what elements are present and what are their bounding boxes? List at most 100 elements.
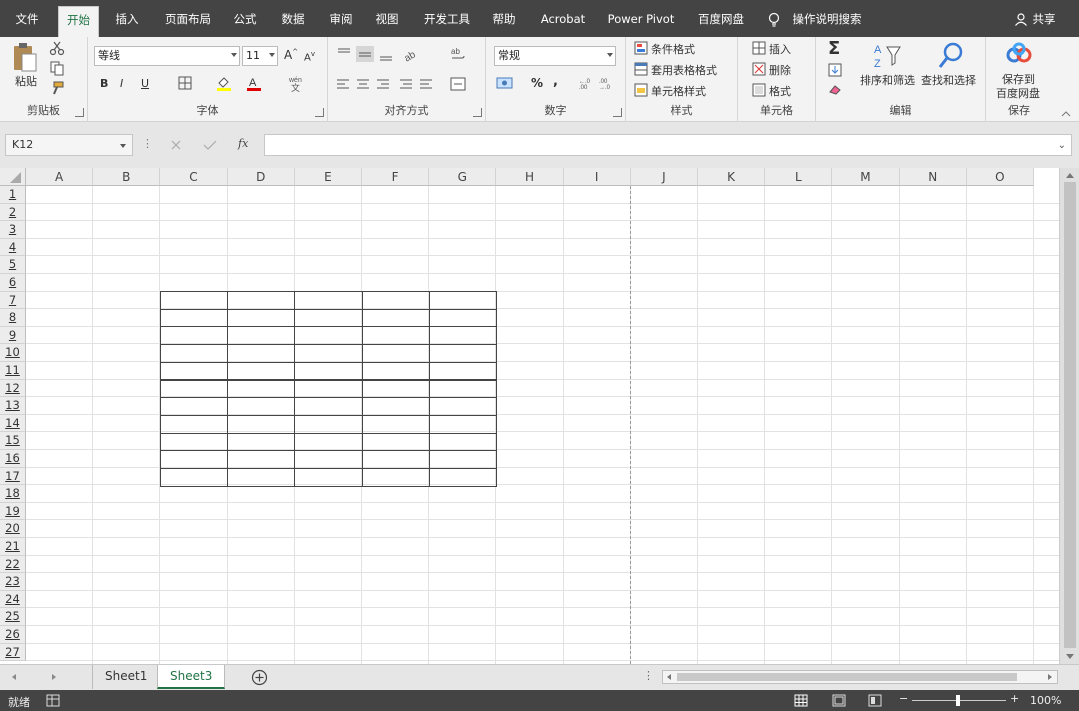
bordered-cell[interactable] bbox=[294, 397, 363, 416]
fill-color-icon[interactable] bbox=[216, 75, 232, 91]
name-box-dropdown-icon[interactable] bbox=[120, 144, 126, 148]
scroll-down-icon[interactable] bbox=[1065, 653, 1075, 661]
bordered-cell[interactable] bbox=[361, 308, 430, 328]
conditional-formatting-button[interactable]: 条件格式 bbox=[651, 41, 695, 57]
find-select-icon[interactable] bbox=[936, 41, 966, 71]
formula-bar-splitter[interactable]: ⋮ bbox=[142, 137, 153, 150]
tab-view[interactable]: 视图 bbox=[374, 8, 400, 32]
autosum-icon[interactable]: Σ bbox=[828, 38, 840, 59]
number-dialog-launcher[interactable] bbox=[613, 108, 622, 117]
expand-formula-icon[interactable]: ⌄ bbox=[1058, 140, 1066, 151]
tab-help[interactable]: 帮助 bbox=[491, 8, 517, 32]
scroll-left-icon[interactable] bbox=[665, 673, 673, 681]
row-header[interactable]: 3 bbox=[0, 221, 26, 239]
phonetic-guide-icon[interactable]: wén 文 bbox=[288, 74, 304, 92]
bordered-cell[interactable] bbox=[160, 468, 229, 487]
zoom-level[interactable]: 100% bbox=[1030, 694, 1061, 707]
bordered-cell[interactable] bbox=[294, 379, 363, 399]
bordered-cell[interactable] bbox=[160, 344, 229, 363]
vertical-align-icons[interactable] bbox=[336, 46, 398, 62]
bordered-cell[interactable] bbox=[160, 361, 229, 381]
bordered-cell[interactable] bbox=[361, 397, 430, 416]
column-header[interactable]: L bbox=[765, 168, 833, 186]
font-dialog-launcher[interactable] bbox=[315, 108, 324, 117]
collapse-ribbon-icon[interactable] bbox=[1060, 110, 1072, 118]
format-as-table-icon[interactable] bbox=[634, 62, 648, 76]
bordered-cell[interactable] bbox=[294, 414, 363, 434]
bordered-table-range[interactable] bbox=[160, 291, 497, 487]
font-size-combo[interactable]: 11 bbox=[242, 46, 278, 66]
merge-center-icon[interactable] bbox=[450, 77, 466, 91]
bordered-cell[interactable] bbox=[361, 344, 430, 363]
bordered-cell[interactable] bbox=[361, 379, 430, 399]
delete-cells-icon[interactable] bbox=[752, 62, 766, 76]
cancel-entry-icon[interactable] bbox=[170, 139, 182, 151]
bordered-cell[interactable] bbox=[227, 379, 296, 399]
baidu-netdisk-icon[interactable] bbox=[1005, 42, 1033, 64]
tab-developer[interactable]: 开发工具 bbox=[422, 8, 472, 32]
sheet-tab-sheet3[interactable]: Sheet3 bbox=[157, 665, 226, 689]
alignment-dialog-launcher[interactable] bbox=[473, 108, 482, 117]
bordered-cell[interactable] bbox=[160, 450, 229, 469]
row-header[interactable]: 4 bbox=[0, 238, 26, 257]
bordered-cell[interactable] bbox=[294, 291, 363, 310]
increase-font-button[interactable]: A^ bbox=[284, 48, 298, 62]
bordered-cell[interactable] bbox=[361, 432, 430, 452]
cell-styles-icon[interactable] bbox=[634, 83, 648, 97]
bordered-cell[interactable] bbox=[160, 397, 229, 416]
formula-input[interactable]: ⌄ bbox=[264, 134, 1072, 156]
bordered-cell[interactable] bbox=[160, 326, 229, 346]
bordered-cell[interactable] bbox=[361, 291, 430, 310]
worksheet-grid[interactable]: ABCDEFGHIJKLMNO 1 2 3 4 5 6 7 8 9 10 11 12 13 14 15 16 1… bbox=[0, 168, 1079, 664]
tab-formulas[interactable]: 公式 bbox=[232, 8, 258, 32]
name-box[interactable]: K12 bbox=[5, 134, 133, 156]
bordered-cell[interactable] bbox=[227, 326, 296, 346]
normal-view-icon[interactable] bbox=[794, 694, 808, 707]
row-header[interactable]: 7 bbox=[0, 291, 26, 310]
bordered-cell[interactable] bbox=[294, 450, 363, 469]
bordered-cell[interactable] bbox=[294, 432, 363, 452]
bordered-cell[interactable] bbox=[428, 291, 497, 310]
row-header[interactable]: 18 bbox=[0, 485, 26, 503]
new-sheet-icon[interactable] bbox=[251, 669, 268, 686]
next-sheet-icon[interactable] bbox=[50, 673, 58, 681]
insert-function-button[interactable]: fx bbox=[238, 137, 248, 150]
format-cells-button[interactable]: 格式 bbox=[769, 83, 791, 99]
zoom-out-button[interactable]: − bbox=[899, 692, 908, 705]
clear-eraser-icon[interactable] bbox=[828, 83, 842, 95]
bordered-cell[interactable] bbox=[428, 450, 497, 469]
row-header[interactable]: 27 bbox=[0, 643, 26, 662]
bordered-cell[interactable] bbox=[227, 450, 296, 469]
percent-button[interactable]: % bbox=[531, 76, 543, 90]
bordered-cell[interactable] bbox=[294, 361, 363, 381]
format-cells-icon[interactable] bbox=[752, 83, 766, 97]
font-color-icon[interactable]: A bbox=[246, 75, 262, 91]
scroll-right-icon[interactable] bbox=[1046, 673, 1054, 681]
row-header[interactable]: 14 bbox=[0, 414, 26, 433]
row-header[interactable]: 17 bbox=[0, 467, 26, 486]
zoom-slider-thumb[interactable] bbox=[956, 695, 960, 706]
share-button[interactable]: 共享 bbox=[1031, 8, 1057, 32]
bordered-cell[interactable] bbox=[294, 468, 363, 487]
column-header[interactable]: H bbox=[496, 168, 564, 186]
row-header[interactable]: 2 bbox=[0, 203, 26, 222]
bordered-cell[interactable] bbox=[294, 344, 363, 363]
row-header[interactable]: 24 bbox=[0, 590, 26, 609]
copy-icon[interactable] bbox=[49, 60, 65, 76]
macro-record-icon[interactable] bbox=[46, 694, 60, 707]
column-header[interactable]: A bbox=[26, 168, 94, 186]
sort-filter-icon[interactable]: A Z bbox=[872, 41, 902, 71]
bordered-cell[interactable] bbox=[227, 397, 296, 416]
font-name-combo[interactable]: 等线 bbox=[94, 46, 240, 66]
italic-button[interactable]: I bbox=[120, 77, 123, 90]
bordered-cell[interactable] bbox=[361, 468, 430, 487]
tab-page-layout[interactable]: 页面布局 bbox=[163, 8, 213, 32]
row-header[interactable]: 22 bbox=[0, 555, 26, 574]
bordered-cell[interactable] bbox=[428, 308, 497, 328]
vertical-scrollbar[interactable] bbox=[1059, 168, 1079, 664]
scroll-up-icon[interactable] bbox=[1065, 171, 1075, 179]
column-header[interactable]: K bbox=[698, 168, 766, 186]
confirm-entry-icon[interactable] bbox=[203, 139, 217, 151]
bordered-cell[interactable] bbox=[428, 361, 497, 381]
cell-styles-button[interactable]: 单元格样式 bbox=[651, 83, 706, 99]
